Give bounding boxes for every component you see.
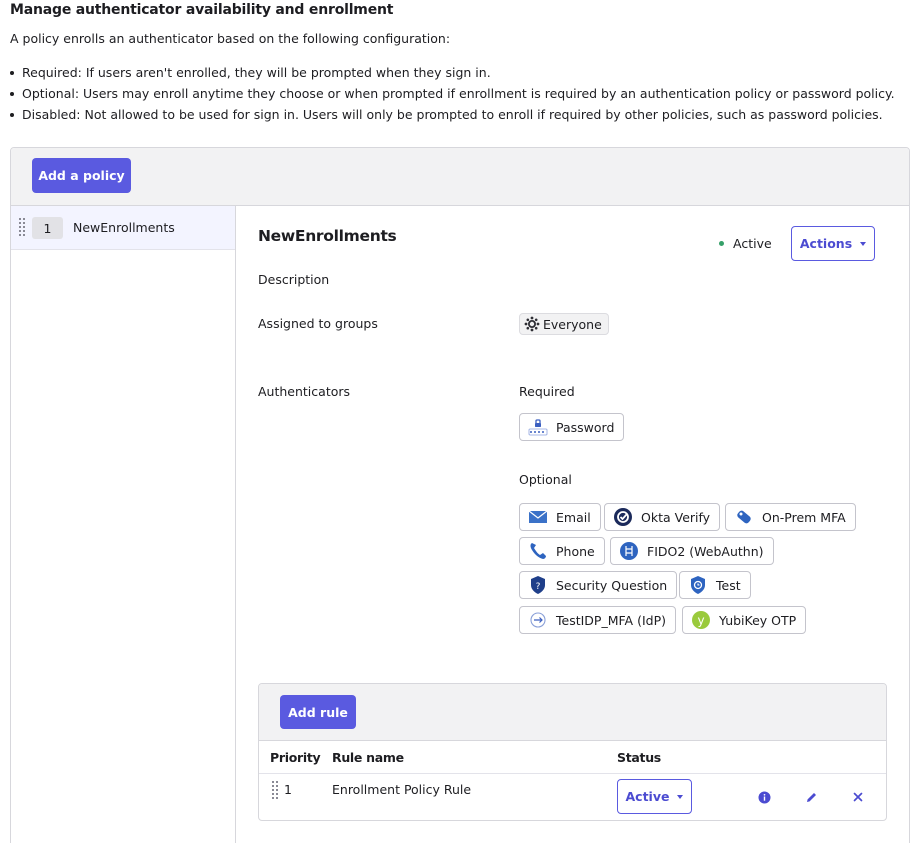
authenticator-name: Phone [556,543,595,559]
policy-toolbar: Add a policy [11,148,909,206]
authenticator-name: YubiKey OTP [719,612,797,628]
policy-detail-title: NewEnrollments [258,227,397,245]
password-icon [528,417,548,437]
add-rule-button[interactable]: Add rule [280,695,356,729]
config-bullet-list: Required: If users aren't enrolled, they… [10,62,895,125]
authenticator-name: TestIDP_MFA (IdP) [556,612,666,628]
authenticator-chip-on-prem-mfa: On-Prem MFA [725,503,856,531]
policy-status: Active [733,236,772,251]
authenticator-name: On-Prem MFA [762,509,846,525]
intro-text: A policy enrolls an authenticator based … [10,31,451,46]
fido2-icon [619,541,639,561]
caret-down-icon [677,794,684,799]
authenticator-chip-test: Test [679,571,751,599]
policy-priority: 1 [32,217,63,239]
idp-icon [528,610,548,630]
test-authenticator-icon [688,575,708,595]
caret-down-icon [860,241,867,246]
rule-status-label: Active [625,789,670,804]
email-icon [528,507,548,527]
status-dot-icon [719,241,724,246]
divider [259,773,886,774]
security-question-icon: ? [528,575,548,595]
on-prem-mfa-icon [734,507,754,527]
policy-list: 1 NewEnrollments [11,206,236,843]
edit-pencil-icon[interactable] [804,790,818,804]
policy-name: NewEnrollments [73,220,175,235]
phone-icon [528,541,548,561]
yubikey-icon: y [691,610,711,630]
info-icon[interactable] [757,790,771,804]
add-policy-button[interactable]: Add a policy [32,158,131,193]
authenticator-chip-fido2: FIDO2 (WebAuthn) [610,537,774,565]
page-heading: Manage authenticator availability and en… [10,2,394,18]
column-header-priority: Priority [270,750,321,765]
authenticator-name: Okta Verify [641,509,711,525]
authenticator-name: Security Question [556,577,668,593]
bullet-required: Required: If users aren't enrolled, they… [10,62,895,83]
rule-name: Enrollment Policy Rule [332,782,472,797]
authenticator-chip-security-question: ? Security Question [519,571,678,599]
rule-status-dropdown[interactable]: Active [617,779,692,814]
actions-dropdown-button[interactable]: Actions [791,226,875,261]
delete-close-icon[interactable] [851,790,865,804]
group-name: Everyone [543,316,602,332]
policy-item-newenrollments[interactable]: 1 NewEnrollments [11,206,235,250]
authenticator-chip-yubikey-otp: y YubiKey OTP [682,606,807,634]
drag-handle-icon[interactable] [272,781,278,799]
group-chip-everyone: Everyone [519,313,609,335]
optional-label: Optional [519,472,572,487]
authenticators-label: Authenticators [258,384,351,399]
column-header-rule-name: Rule name [332,750,404,765]
bullet-disabled: Disabled: Not allowed to be used for sig… [10,104,895,125]
group-everyone-icon [524,316,540,332]
bullet-optional: Optional: Users may enroll anytime they … [10,83,895,104]
assigned-groups-label: Assigned to groups [258,316,378,331]
okta-verify-icon [613,507,633,527]
description-label: Description [258,272,330,287]
authenticator-chip-testidp-mfa: TestIDP_MFA (IdP) [519,606,676,634]
authenticator-name: Test [716,577,741,593]
authenticator-chip-password: Password [519,413,625,441]
authenticator-chip-okta-verify: Okta Verify [604,503,721,531]
rules-toolbar: Add rule [259,684,886,741]
rule-priority: 1 [284,782,292,797]
authenticator-chip-phone: Phone [519,537,605,565]
authenticator-name: FIDO2 (WebAuthn) [647,543,764,559]
authenticator-name: Password [556,419,615,435]
svg-text:?: ? [536,582,541,592]
actions-label: Actions [799,236,853,251]
column-header-status: Status [617,750,661,765]
required-label: Required [519,384,575,399]
svg-text:y: y [697,614,704,628]
drag-handle-icon[interactable] [19,218,25,236]
authenticator-chip-email: Email [519,503,601,531]
authenticator-name: Email [556,509,591,525]
rules-table: Add rule Priority Rule name Status 1 Enr… [258,683,887,821]
